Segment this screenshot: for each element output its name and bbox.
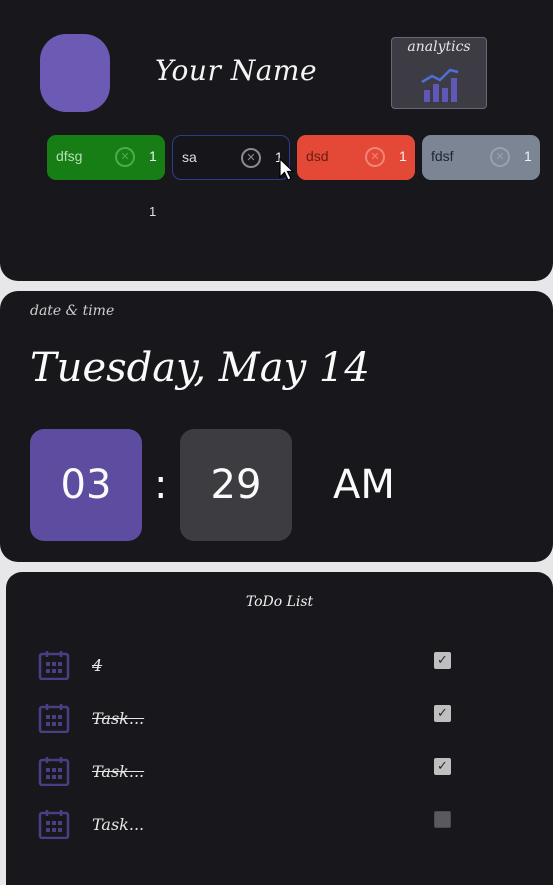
todo-card: ToDo List 4 ✓ Task... ✓ Task... ✓ Task..… <box>6 572 553 885</box>
calendar-icon <box>38 757 70 786</box>
minute-display: 29 <box>180 429 292 541</box>
chip-label: sa <box>182 149 197 165</box>
datetime-card: date & time Tuesday, May 14 03 : 29 AM <box>0 291 553 562</box>
profile-name: Your Name <box>155 54 318 87</box>
chip-count: 1 <box>149 148 157 164</box>
close-circle-icon[interactable]: ✕ <box>241 148 261 168</box>
close-circle-icon[interactable]: ✕ <box>115 147 135 167</box>
todo-item: 4 ✓ <box>6 648 553 688</box>
todo-checkbox[interactable]: ✓ <box>434 758 451 775</box>
datetime-label: date & time <box>30 303 115 319</box>
calendar-icon <box>38 704 70 733</box>
todo-checkbox[interactable]: ✓ <box>434 652 451 669</box>
close-circle-icon[interactable]: ✕ <box>365 147 385 167</box>
analytics-button[interactable]: analytics <box>391 37 487 109</box>
mouse-cursor-icon <box>279 158 295 181</box>
chip-dfsg[interactable]: dfsg ✕ 1 <box>47 135 165 180</box>
todo-item-text[interactable]: Task... <box>92 762 144 781</box>
chip-count: 1 <box>399 148 407 164</box>
calendar-icon <box>38 810 70 839</box>
todo-item-text[interactable]: Task... <box>92 709 144 728</box>
time-separator: : <box>154 462 168 508</box>
todo-checkbox[interactable] <box>434 811 451 828</box>
todo-item-text[interactable]: 4 <box>92 656 102 675</box>
chip-label: fdsf <box>431 148 454 164</box>
avatar[interactable] <box>40 34 110 112</box>
todo-checkbox[interactable]: ✓ <box>434 705 451 722</box>
analytics-label: analytics <box>407 39 471 55</box>
chip-summary-count: 1 <box>149 204 157 219</box>
chip-sa[interactable]: sa ✕ 1 <box>172 135 290 180</box>
ampm-display: AM <box>333 462 395 508</box>
todo-item: Task... ✓ <box>6 701 553 741</box>
todo-title: ToDo List <box>245 594 314 610</box>
hour-display: 03 <box>30 429 142 541</box>
chip-dsd[interactable]: dsd ✕ 1 <box>297 135 415 180</box>
todo-item: Task... <box>6 807 553 847</box>
chip-fdsf[interactable]: fdsf ✕ 1 <box>422 135 540 180</box>
todo-item-text[interactable]: Task... <box>92 815 144 834</box>
chip-label: dfsg <box>56 148 83 164</box>
todo-item: Task... ✓ <box>6 754 553 794</box>
bar-chart-icon <box>421 68 459 102</box>
chip-count: 1 <box>524 148 532 164</box>
calendar-icon <box>38 651 70 680</box>
date-display: Tuesday, May 14 <box>30 345 370 391</box>
close-circle-icon[interactable]: ✕ <box>490 147 510 167</box>
profile-card: Your Name analytics dfsg ✕ 1 sa ✕ 1 dsd … <box>0 0 553 281</box>
chip-label: dsd <box>306 148 329 164</box>
